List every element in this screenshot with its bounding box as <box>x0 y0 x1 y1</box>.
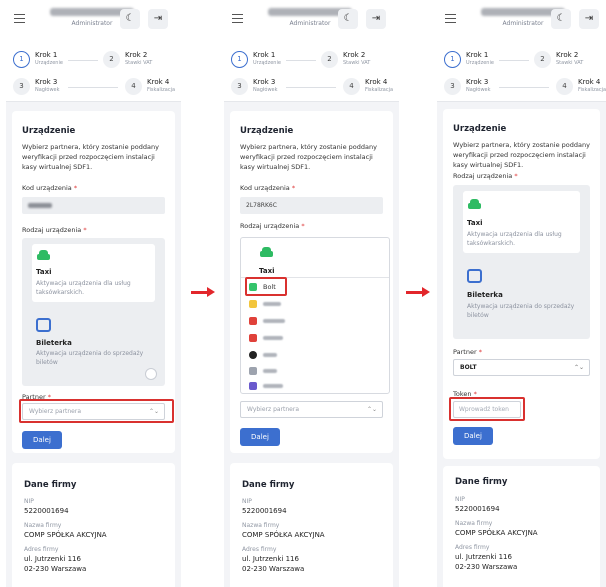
theme-toggle-button[interactable]: ☾ <box>338 9 358 29</box>
logout-button[interactable]: ⇥ <box>579 9 599 29</box>
dropdown-item[interactable] <box>249 315 385 327</box>
bileterka-desc: Aktywacja urządzenia do sprzedaży biletó… <box>467 303 575 319</box>
menu-icon[interactable] <box>232 14 243 23</box>
next-button[interactable]: Dalej <box>240 428 280 446</box>
next-button[interactable]: Dalej <box>22 431 62 449</box>
ticket-icon <box>467 269 482 283</box>
taxi-title: Taxi <box>259 267 275 275</box>
step-connector <box>286 60 316 61</box>
partner-select[interactable]: Wybierz partnera ⌃⌄ <box>240 401 383 418</box>
intro-text: Wybierz partnera, który zostanie poddany… <box>22 143 159 171</box>
code-label: Kod urządzenia * <box>240 184 296 192</box>
step-connector <box>286 87 336 88</box>
device-code-field: 2L78RK6C <box>240 197 383 214</box>
dropdown-item[interactable] <box>249 332 385 344</box>
top-bar: Administrator ☾ ⇥ <box>437 0 606 42</box>
card-title: Urządzenie <box>240 126 294 136</box>
intro-text: Wybierz partnera, który zostanie poddany… <box>240 143 377 171</box>
moon-icon: ☾ <box>343 13 353 24</box>
highlight-partner <box>19 399 174 423</box>
step-connector <box>68 60 98 61</box>
taxi-icon <box>36 250 52 262</box>
device-code-field <box>22 197 165 214</box>
option-taxi[interactable]: Taxi Aktywacja urządzenia dla usług taks… <box>463 191 580 253</box>
device-type-group: Taxi Aktywacja urządzenia dla usług taks… <box>453 185 590 339</box>
bileterka-title: Bileterka <box>467 291 503 299</box>
option-taxi[interactable]: Taxi Aktywacja urządzenia dla usług taks… <box>32 244 155 302</box>
arrow-right-icon <box>191 287 215 297</box>
top-bar: Administrator ☾ ⇥ <box>6 0 181 42</box>
logout-button[interactable]: ⇥ <box>366 9 386 29</box>
step-connector <box>68 87 118 88</box>
company-card: Dane firmy NIP 5220001694 Nazwa firmy CO… <box>12 463 175 587</box>
dropdown-item[interactable] <box>249 380 385 392</box>
partner-dropdown: Taxi Bolt <box>240 237 390 394</box>
arrow-right-icon <box>406 287 430 297</box>
bileterka-radio[interactable] <box>145 368 157 380</box>
type-label: Rodzaj urządzenia * <box>22 226 87 234</box>
stepper: 1 Krok 1 Urządzenie 2 Krok 2 Stawki VAT … <box>6 42 181 102</box>
dropdown-item[interactable] <box>249 365 385 377</box>
stepper: 1 Krok 1 Urządzenie 2 Krok 2 Stawki VAT … <box>437 42 606 102</box>
theme-toggle-button[interactable]: ☾ <box>551 9 571 29</box>
type-label: Rodzaj urządzenia * <box>453 172 518 180</box>
partner-label: Partner * <box>453 348 482 356</box>
device-card: Urządzenie Wybierz partnera, który zosta… <box>443 109 600 459</box>
dropdown-item[interactable] <box>249 298 385 310</box>
step-connector <box>499 60 529 61</box>
screen-step-1-dropdown: Administrator ☾ ⇥ 1 Krok 1 Urządzenie 2 … <box>224 0 399 587</box>
stepper: 1 Krok 1 Urządzenie 2 Krok 2 Stawki VAT … <box>224 42 399 102</box>
step-connector <box>499 87 549 88</box>
logout-button[interactable]: ⇥ <box>148 9 168 29</box>
partner-select[interactable]: BOLT ⌃⌄ <box>453 359 590 376</box>
screen-step-1: Administrator ☾ ⇥ 1 Krok 1 Urządzenie 2 … <box>6 0 181 587</box>
bileterka-title: Bileterka <box>36 339 72 347</box>
dropdown-item[interactable] <box>249 349 385 361</box>
type-label: Rodzaj urządzenia * <box>240 222 305 230</box>
menu-icon[interactable] <box>445 14 456 23</box>
taxi-icon <box>259 247 275 259</box>
next-button[interactable]: Dalej <box>453 427 493 445</box>
company-card: Dane firmy NIP 5220001694 Nazwa firmy CO… <box>230 463 393 587</box>
moon-icon: ☾ <box>125 13 135 24</box>
menu-icon[interactable] <box>14 14 25 23</box>
intro-text: Wybierz partnera, który zostanie poddany… <box>453 141 590 169</box>
device-card: Urządzenie Wybierz partnera, który zosta… <box>12 111 175 453</box>
code-label: Kod urządzenia * <box>22 184 78 192</box>
highlight-bolt <box>245 277 287 296</box>
moon-icon: ☾ <box>556 13 566 24</box>
top-bar: Administrator ☾ ⇥ <box>224 0 399 42</box>
screen-step-1-partner-selected: Administrator ☾ ⇥ 1 Krok 1 Urządzenie 2 … <box>437 0 606 587</box>
highlight-token <box>449 397 525 421</box>
theme-toggle-button[interactable]: ☾ <box>120 9 140 29</box>
logout-icon: ⇥ <box>371 13 381 24</box>
logout-icon: ⇥ <box>153 13 163 24</box>
ticket-icon <box>36 318 51 332</box>
card-title: Urządzenie <box>453 124 507 134</box>
taxi-icon <box>467 199 483 211</box>
bileterka-desc: Aktywacja urządzenia do sprzedaży biletó… <box>36 350 144 366</box>
card-title: Urządzenie <box>22 126 76 136</box>
company-card: Dane firmy NIP 5220001694 Nazwa firmy CO… <box>443 466 600 587</box>
logout-icon: ⇥ <box>584 13 594 24</box>
device-type-group: Taxi Aktywacja urządzenia dla usług taks… <box>22 238 165 386</box>
